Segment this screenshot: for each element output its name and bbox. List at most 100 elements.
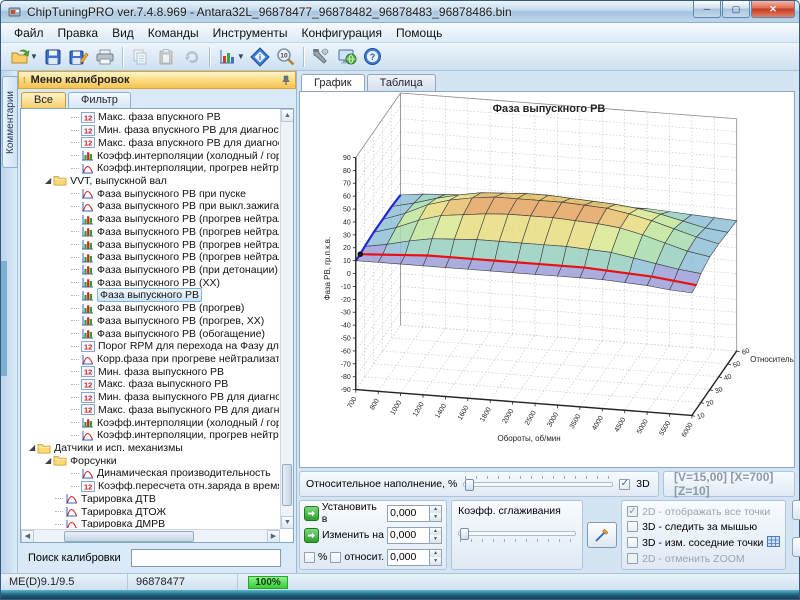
tree-item[interactable]: Тарировка ДТВ [23, 493, 279, 506]
tree-item[interactable]: Коэфф.интерполяции (холодный / горячий ) [23, 416, 279, 429]
tree-item[interactable]: Фаза выпускного РВ (прогрев нейтрал., ХХ… [23, 251, 279, 264]
tools-button[interactable] [308, 45, 334, 69]
expand-icon[interactable]: ◢ [45, 177, 51, 185]
surface-chart[interactable]: -90-80-70-60-50-40-30-20-100102030405060… [300, 92, 794, 467]
tree-item[interactable]: 12Макс. фаза выпускного РВ для диагности… [23, 404, 279, 417]
tree-item[interactable]: Фаза выпускного РВ (ХХ) [23, 276, 279, 289]
scroll-down-icon[interactable]: ▼ [281, 516, 294, 529]
expand-icon[interactable]: ◢ [29, 444, 35, 452]
tree-item[interactable]: Коэфф.интерполяции, прогрев нейтр. (холо… [23, 162, 279, 175]
slider-thumb[interactable] [465, 479, 474, 491]
tree-item[interactable]: Фаза выпускного РВ (при детонации) [23, 264, 279, 277]
tree-item[interactable]: 12Мин. фаза выпускного РВ [23, 365, 279, 378]
menu-item[interactable]: Правка [51, 24, 106, 42]
title-bar[interactable]: ChipTuningPRO ver.7.4.8.969 - Antara32L_… [1, 1, 799, 23]
scroll-thumb[interactable] [64, 531, 194, 542]
menu-item[interactable]: Конфигурация [294, 24, 389, 42]
tree-item[interactable]: Фаза выпускного РВ при пуске [23, 187, 279, 200]
percent-checkbox[interactable] [304, 552, 315, 563]
tree-folder[interactable]: ◢Форсунки [23, 454, 279, 467]
relative-checkbox[interactable] [330, 552, 341, 563]
tree-item[interactable]: Тарировка ДМРВ [23, 518, 279, 528]
spin-down-icon[interactable]: ▼ [430, 513, 441, 521]
copy-button[interactable] [127, 45, 153, 69]
tree-item[interactable]: Фаза выпускного РВ (прогрев нейтрал., хо… [23, 225, 279, 238]
change-value-input[interactable] [387, 527, 429, 544]
tree-item[interactable]: Фаза выпускного РВ при выкл.зажигания [23, 200, 279, 213]
minimize-button[interactable]: ─ [693, 1, 721, 18]
undo-button[interactable] [179, 45, 205, 69]
slider-track[interactable] [463, 482, 613, 487]
tree-folder[interactable]: ◢Датчики и исп. механизмы [23, 442, 279, 455]
pin-icon[interactable] [281, 75, 291, 86]
expand-icon[interactable]: ◢ [45, 457, 51, 465]
tree-item[interactable]: 12Макс. фаза впускного РВ для диагностик… [23, 136, 279, 149]
set-value-input[interactable] [387, 505, 429, 522]
scroll-thumb[interactable] [282, 464, 292, 506]
close-button[interactable]: ✕ [751, 1, 795, 18]
tree-item[interactable]: 12Коэфф.пересчета отн.заряда в время впр… [23, 480, 279, 493]
save-button[interactable] [40, 45, 66, 69]
tree-item[interactable]: Коэфф.интерполяции (холодный / горячий ) [23, 149, 279, 162]
print-button[interactable] [92, 45, 118, 69]
tree-item[interactable]: 12Макс. фаза впускного РВ [23, 111, 279, 124]
spin-up-icon[interactable]: ▲ [430, 550, 441, 558]
tree-item[interactable]: Динамическая производительность [23, 467, 279, 480]
apply-change-button[interactable] [304, 528, 319, 543]
change-spinner[interactable]: ▲▼ [387, 527, 442, 544]
tree-item[interactable]: 12Макс. фаза выпускного РВ [23, 378, 279, 391]
help-button[interactable]: ? [360, 45, 386, 69]
relative-value-input[interactable] [387, 549, 429, 566]
menu-item[interactable]: Вид [105, 24, 141, 42]
tree-item[interactable]: Фаза выпускного РВ [23, 289, 279, 302]
tree-folder[interactable]: ◢VVT, выпускной вал [23, 175, 279, 188]
spin-up-icon[interactable]: ▲ [430, 506, 441, 514]
relative-spinner[interactable]: ▲▼ [387, 549, 442, 566]
menu-item[interactable]: Команды [141, 24, 206, 42]
option-checkbox[interactable]: ✓ [627, 506, 638, 517]
drag-handle-icon[interactable]: ⁞ [23, 76, 27, 85]
tree-item[interactable]: Фаза выпускного РВ (прогрев нейтрал., ХХ… [23, 238, 279, 251]
save-as-button[interactable] [66, 45, 92, 69]
info-button[interactable]: i [247, 45, 273, 69]
tree-item[interactable]: Коэфф.интерполяции, прогрев нейтр. (холо… [23, 429, 279, 442]
tree-item[interactable]: Фаза выпускного РВ (обогащение) [23, 327, 279, 340]
chart-area[interactable]: -90-80-70-60-50-40-30-20-100102030405060… [299, 91, 795, 468]
fill-slider[interactable] [463, 476, 613, 492]
set-spinner[interactable]: ▲▼ [387, 505, 442, 522]
tree-item[interactable]: Фаза выпускного РВ (прогрев) [23, 302, 279, 315]
scroll-up-icon[interactable]: ▲ [281, 109, 294, 122]
menu-item[interactable]: Инструменты [206, 24, 295, 42]
tree-item[interactable]: 12Мин. фаза выпускного РВ для диагностик… [23, 391, 279, 404]
spin-up-icon[interactable]: ▲ [430, 528, 441, 536]
option-checkbox[interactable] [627, 553, 638, 564]
menu-item[interactable]: Помощь [389, 24, 449, 42]
paste-button[interactable] [153, 45, 179, 69]
tree-item[interactable]: Фаза выпускного РВ (прогрев, ХХ) [23, 315, 279, 328]
scroll-left-icon[interactable]: ◀ [21, 530, 34, 543]
tab-Все[interactable]: Все [21, 92, 66, 108]
tree-item[interactable]: Тарировка ДТОЖ [23, 505, 279, 518]
tree-item[interactable]: Фаза выпускного РВ (прогрев нейтрализато… [23, 213, 279, 226]
menu-item[interactable]: Файл [7, 24, 51, 42]
z-axis-button[interactable]: Z [792, 537, 800, 557]
zoom-10-button[interactable]: 10 [273, 45, 299, 69]
slider-track[interactable] [458, 531, 576, 536]
tree-vertical-scrollbar[interactable]: ▲ ▼ [280, 109, 293, 529]
edit-line-button[interactable] [587, 522, 617, 548]
smoothing-slider[interactable] [458, 525, 576, 541]
tree-item[interactable]: Корр.фаза при прогреве нейтрализатора [23, 353, 279, 366]
chart-view-dropdown-icon[interactable]: ▼ [237, 52, 245, 61]
tree-item[interactable]: 12Порог RPM для перехода на Фазу для реж… [23, 340, 279, 353]
x-axis-button[interactable]: X [792, 500, 800, 520]
scroll-right-icon[interactable]: ▶ [267, 530, 280, 543]
option-checkbox[interactable] [627, 537, 638, 548]
search-input[interactable] [131, 549, 281, 567]
maximize-button[interactable]: ▢ [722, 1, 750, 18]
apply-set-button[interactable] [304, 506, 319, 521]
tab-Фильтр[interactable]: Фильтр [68, 92, 131, 108]
option-checkbox[interactable] [627, 521, 638, 532]
spin-down-icon[interactable]: ▼ [430, 535, 441, 543]
comments-tab[interactable]: Комментарии [2, 76, 18, 168]
3d-checkbox[interactable]: ✓ [619, 479, 630, 490]
